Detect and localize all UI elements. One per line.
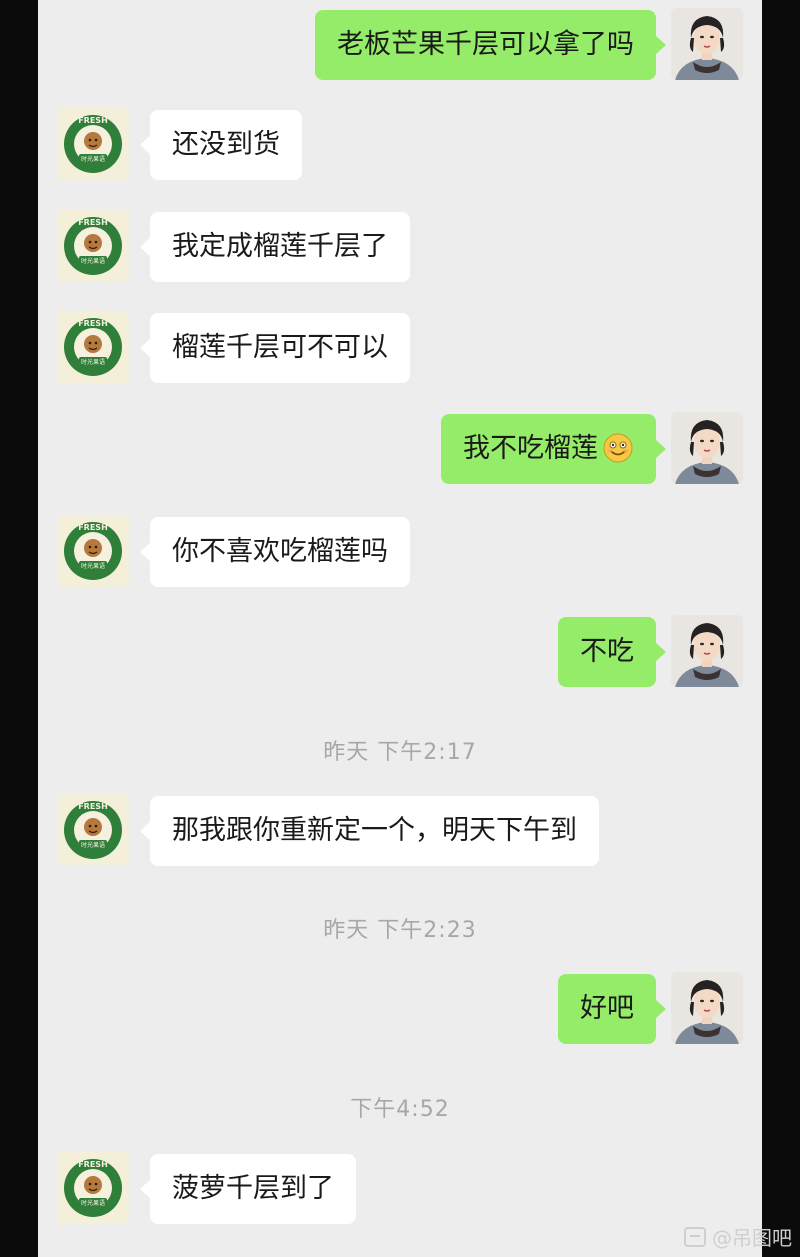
fresh-shop-logo-icon: FRESH 时光果语	[57, 108, 129, 180]
user-avatar[interactable]	[671, 412, 743, 484]
svg-text:时光果语: 时光果语	[81, 562, 105, 570]
svg-text:时光果语: 时光果语	[81, 257, 105, 265]
message-row-incoming: FRESH 时光果语 那我跟你重新定一个，明天下午到	[38, 794, 762, 884]
svg-text:时光果语: 时光果语	[81, 155, 105, 163]
message-row-incoming: FRESH 时光果语 榴莲千层可不可以	[38, 311, 762, 401]
message-bubble-outgoing[interactable]: 好吧	[558, 974, 666, 1044]
svg-text:FRESH: FRESH	[78, 319, 108, 328]
message-bubble-outgoing[interactable]: 老板芒果千层可以拿了吗	[315, 10, 666, 80]
watermark-text: @吊图吧	[712, 1226, 792, 1250]
message-bubble-incoming[interactable]: 我定成榴莲千层了	[140, 212, 410, 282]
message-row-outgoing: 我不吃榴莲	[38, 412, 762, 502]
timestamp: 下午4:52	[350, 1097, 450, 1122]
fresh-shop-logo-icon: FRESH 时光果语	[57, 794, 129, 866]
message-bubble-incoming[interactable]: 你不喜欢吃榴莲吗	[140, 517, 410, 587]
woman-avatar-icon	[671, 8, 743, 80]
svg-text:FRESH: FRESH	[78, 802, 108, 811]
timestamp: 昨天 下午2:17	[323, 740, 477, 765]
shop-avatar[interactable]: FRESH 时光果语	[57, 794, 129, 866]
message-row-outgoing: 老板芒果千层可以拿了吗	[38, 8, 762, 98]
svg-text:时光果语: 时光果语	[81, 841, 105, 849]
message-bubble-incoming[interactable]: 菠萝千层到了	[140, 1154, 356, 1224]
shop-avatar[interactable]: FRESH 时光果语	[57, 108, 129, 180]
woman-avatar-icon	[671, 412, 743, 484]
message-row-incoming: FRESH 时光果语 我定成榴莲千层了	[38, 210, 762, 300]
message-row-incoming: FRESH 时光果语 还没到货	[38, 108, 762, 198]
shop-avatar[interactable]: FRESH 时光果语	[57, 311, 129, 383]
message-bubble-outgoing[interactable]: 我不吃榴莲	[441, 414, 666, 484]
svg-text:时光果语: 时光果语	[81, 358, 105, 366]
message-row-incoming: FRESH 时光果语 菠萝千层到了	[38, 1152, 762, 1242]
svg-text:时光果语: 时光果语	[81, 1199, 105, 1207]
message-row-incoming: FRESH 时光果语 你不喜欢吃榴莲吗	[38, 515, 762, 605]
smile-emoji-icon	[603, 433, 633, 462]
user-avatar[interactable]	[671, 615, 743, 687]
user-avatar[interactable]	[671, 8, 743, 80]
chat-area[interactable]: 老板芒果千层可以拿了吗 FRESH 时光果语 还没到货 FRESH 时光果语 我…	[38, 0, 762, 1257]
message-row-outgoing: 不吃	[38, 615, 762, 705]
message-bubble-incoming[interactable]: 还没到货	[140, 110, 302, 180]
svg-text:FRESH: FRESH	[78, 218, 108, 227]
user-avatar[interactable]	[671, 972, 743, 1044]
woman-avatar-icon	[671, 972, 743, 1044]
woman-avatar-icon	[671, 615, 743, 687]
message-text: 我不吃榴莲	[463, 433, 598, 464]
message-row-outgoing: 好吧	[38, 972, 762, 1062]
svg-text:FRESH: FRESH	[78, 116, 108, 125]
watermark: @吊图吧	[684, 1222, 792, 1251]
shop-avatar[interactable]: FRESH 时光果语	[57, 1152, 129, 1224]
message-bubble-incoming[interactable]: 榴莲千层可不可以	[140, 313, 410, 383]
message-bubble-outgoing[interactable]: 不吃	[558, 617, 666, 687]
shop-avatar[interactable]: FRESH 时光果语	[57, 515, 129, 587]
svg-text:FRESH: FRESH	[78, 523, 108, 532]
fresh-shop-logo-icon: FRESH 时光果语	[57, 515, 129, 587]
svg-text:FRESH: FRESH	[78, 1160, 108, 1169]
timestamp: 昨天 下午2:23	[323, 918, 477, 943]
comment-icon	[684, 1226, 706, 1247]
fresh-shop-logo-icon: FRESH 时光果语	[57, 210, 129, 282]
fresh-shop-logo-icon: FRESH 时光果语	[57, 311, 129, 383]
fresh-shop-logo-icon: FRESH 时光果语	[57, 1152, 129, 1224]
message-bubble-incoming[interactable]: 那我跟你重新定一个，明天下午到	[140, 796, 599, 866]
shop-avatar[interactable]: FRESH 时光果语	[57, 210, 129, 282]
